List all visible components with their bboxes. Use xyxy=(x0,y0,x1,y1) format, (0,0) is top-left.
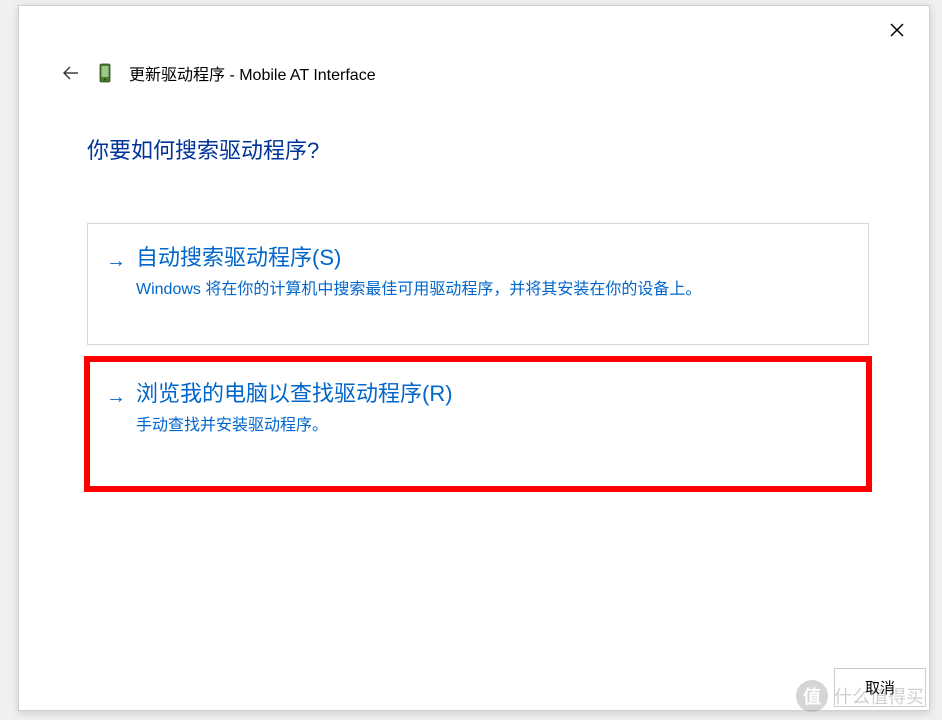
option-title: 浏览我的电脑以查找驱动程序(R) xyxy=(136,376,453,408)
close-button[interactable] xyxy=(877,14,917,46)
dialog-footer: 取消 xyxy=(834,668,926,707)
update-driver-dialog: 更新驱动程序 - Mobile AT Interface 你要如何搜索驱动程序?… xyxy=(18,5,930,711)
dialog-content: 你要如何搜索驱动程序? → 自动搜索驱动程序(S) Windows 将在你的计算… xyxy=(19,85,929,489)
back-button[interactable] xyxy=(61,63,81,83)
option-browse-computer[interactable]: → 浏览我的电脑以查找驱动程序(R) 手动查找并安装驱动程序。 xyxy=(87,359,869,489)
dialog-title: 更新驱动程序 - Mobile AT Interface xyxy=(129,61,376,85)
option-description: 手动查找并安装驱动程序。 xyxy=(136,414,850,438)
option-auto-search[interactable]: → 自动搜索驱动程序(S) Windows 将在你的计算机中搜索最佳可用驱动程序… xyxy=(87,223,869,345)
dialog-heading: 你要如何搜索驱动程序? xyxy=(87,133,869,165)
option-title: 自动搜索驱动程序(S) xyxy=(136,240,341,272)
cancel-button[interactable]: 取消 xyxy=(834,668,926,707)
dialog-header: 更新驱动程序 - Mobile AT Interface xyxy=(19,6,929,85)
arrow-right-icon: → xyxy=(106,386,126,409)
close-icon xyxy=(890,23,904,37)
back-arrow-icon xyxy=(62,64,80,82)
arrow-right-icon: → xyxy=(106,250,126,273)
option-description: Windows 将在你的计算机中搜索最佳可用驱动程序，并将其安装在你的设备上。 xyxy=(136,278,850,302)
device-icon xyxy=(97,62,113,84)
